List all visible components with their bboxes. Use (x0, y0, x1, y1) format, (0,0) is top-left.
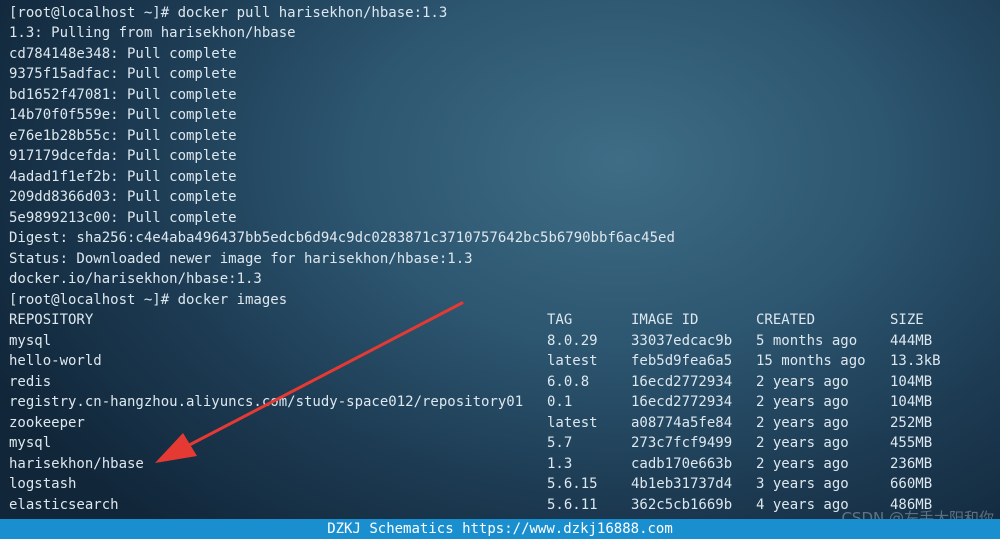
image-id-cell: a08774a5fe84 (631, 415, 733, 431)
footer-bar: DZKJ Schematics https://www.dzkj16888.co… (0, 519, 1000, 539)
repository-cell: registry.cn-hangzhou.aliyuncs.com/study-… (9, 394, 524, 410)
terminal-line: 4adad1f1ef2b: Pull complete (9, 169, 237, 185)
image-id-cell: cadb170e663b (631, 456, 733, 472)
terminal-window[interactable]: [root@localhost ~]# docker pull harisekh… (0, 0, 1000, 519)
repository-cell: zookeeper (9, 415, 85, 431)
tag-cell: 1.3 (547, 456, 573, 472)
image-id-cell: 16ecd2772934 (631, 374, 733, 390)
terminal-line: [root@localhost ~]# docker pull harisekh… (9, 5, 448, 21)
size-cell: 236MB (890, 456, 933, 472)
created-cell: 2 years ago (756, 456, 849, 472)
terminal-line: 9375f15adfac: Pull complete (9, 66, 237, 82)
created-cell: 5 months ago (756, 333, 858, 349)
column-header-tag: TAG (547, 312, 573, 328)
tag-cell: 5.6.11 (547, 497, 598, 513)
image-id-cell: 33037edcac9b (631, 333, 733, 349)
table-row: zookeeper latest a08774a5fe84 2 years ag… (0, 413, 1000, 433)
size-cell: 13.3kB (890, 353, 941, 369)
terminal-line: cd784148e348: Pull complete (9, 46, 237, 62)
image-id-cell: feb5d9fea6a5 (631, 353, 733, 369)
table-row-highlighted: harisekhon/hbase 1.3 cadb170e663b 2 year… (0, 454, 1000, 474)
size-cell: 104MB (890, 374, 933, 390)
repository-cell: mysql (9, 333, 52, 349)
created-cell: 2 years ago (756, 374, 849, 390)
tag-cell: 5.6.15 (547, 476, 598, 492)
table-row: mysql 5.7 273c7fcf9499 2 years ago 455MB (0, 433, 1000, 453)
image-id-cell: 273c7fcf9499 (631, 435, 733, 451)
repository-cell: harisekhon/hbase (9, 456, 144, 472)
size-cell: 252MB (890, 415, 933, 431)
created-cell: 15 months ago (756, 353, 866, 369)
terminal-line: 209dd8366d03: Pull complete (9, 189, 237, 205)
column-header-repository: REPOSITORY (9, 312, 94, 328)
terminal-line: [root@localhost ~]# docker images (9, 292, 288, 308)
size-cell: 455MB (890, 435, 933, 451)
created-cell: 4 years ago (756, 497, 849, 513)
image-id-cell: 362c5cb1669b (631, 497, 733, 513)
created-cell: 2 years ago (756, 435, 849, 451)
image-id-cell: 16ecd2772934 (631, 394, 733, 410)
terminal-line: docker.io/harisekhon/hbase:1.3 (9, 271, 262, 287)
terminal-line: bd1652f47081: Pull complete (9, 87, 237, 103)
tag-cell: 5.7 (547, 435, 573, 451)
terminal-line: 14b70f0f559e: Pull complete (9, 107, 237, 123)
column-header-size: SIZE (890, 312, 924, 328)
created-cell: 2 years ago (756, 394, 849, 410)
created-cell: 2 years ago (756, 415, 849, 431)
images-table-header: REPOSITORY TAG IMAGE ID CREATED SIZE (0, 310, 1000, 330)
table-row: redis 6.0.8 16ecd2772934 2 years ago 104… (0, 372, 1000, 392)
terminal-line: Status: Downloaded newer image for haris… (9, 251, 473, 267)
size-cell: 104MB (890, 394, 933, 410)
column-header-created: CREATED (756, 312, 816, 328)
terminal-line: Digest: sha256:c4e4aba496437bb5edcb6d94c… (9, 230, 675, 246)
terminal-line: e76e1b28b55c: Pull complete (9, 128, 237, 144)
tag-cell: latest (547, 415, 598, 431)
tag-cell: 8.0.29 (547, 333, 598, 349)
table-row: registry.cn-hangzhou.aliyuncs.com/study-… (0, 392, 1000, 412)
created-cell: 3 years ago (756, 476, 849, 492)
repository-cell: elasticsearch (9, 497, 119, 513)
terminal-line: 5e9899213c00: Pull complete (9, 210, 237, 226)
tag-cell: 0.1 (547, 394, 573, 410)
size-cell: 444MB (890, 333, 933, 349)
table-row: mysql 8.0.29 33037edcac9b 5 months ago 4… (0, 331, 1000, 351)
size-cell: 660MB (890, 476, 933, 492)
repository-cell: logstash (9, 476, 77, 492)
terminal-line: 917179dcefda: Pull complete (9, 148, 237, 164)
table-row: hello-world latest feb5d9fea6a5 15 month… (0, 351, 1000, 371)
repository-cell: mysql (9, 435, 52, 451)
tag-cell: 6.0.8 (547, 374, 590, 390)
column-header-image-id: IMAGE ID (631, 312, 699, 328)
table-row: logstash 5.6.15 4b1eb31737d4 3 years ago… (0, 474, 1000, 494)
image-id-cell: 4b1eb31737d4 (631, 476, 733, 492)
watermark-text: CSDN @左手大阳和你 (841, 509, 994, 519)
repository-cell: hello-world (9, 353, 102, 369)
terminal-line: 1.3: Pulling from harisekhon/hbase (9, 25, 296, 41)
tag-cell: latest (547, 353, 598, 369)
repository-cell: redis (9, 374, 52, 390)
